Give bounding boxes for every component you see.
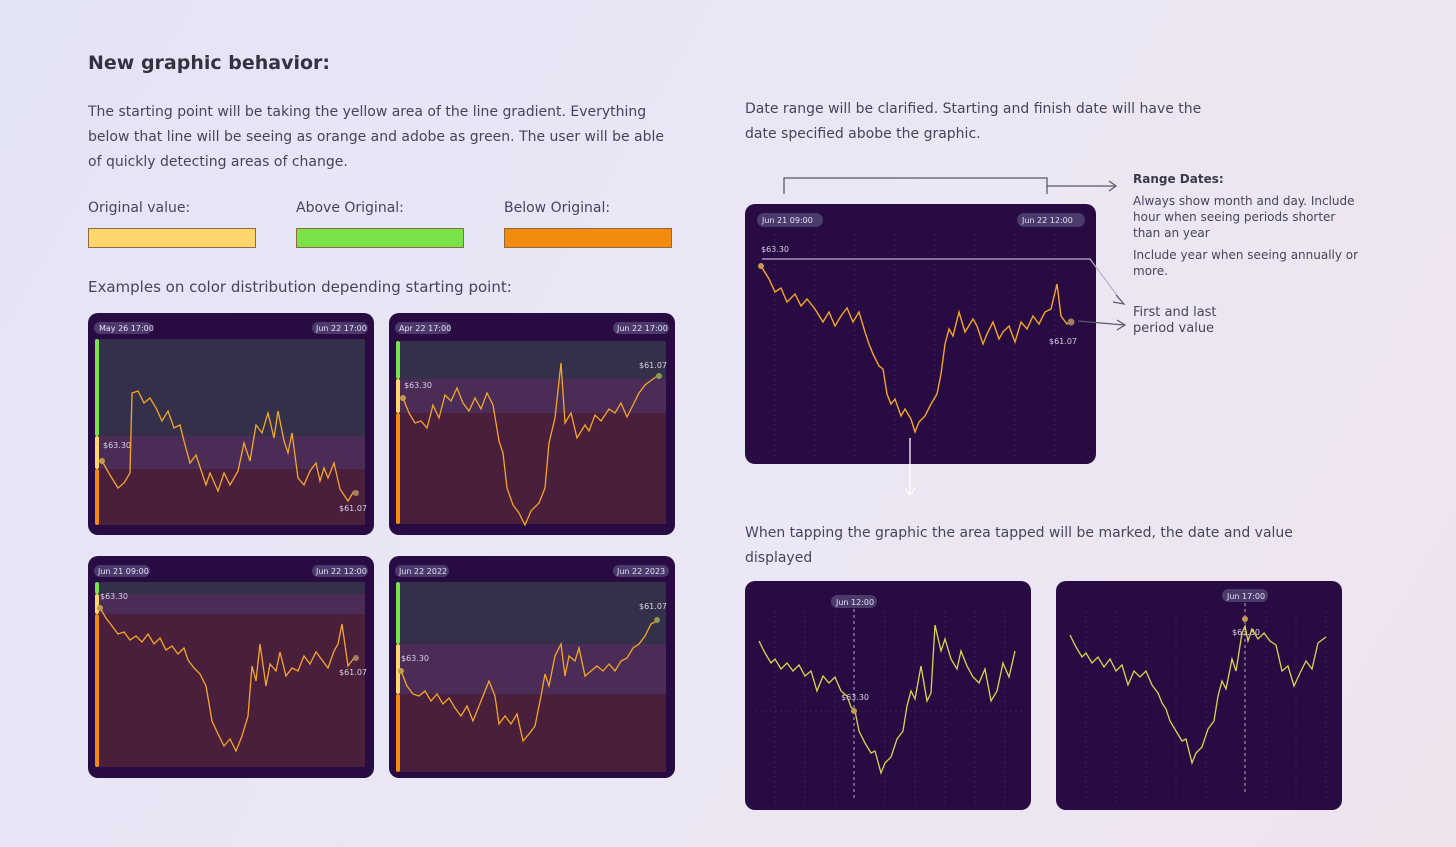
first-last-value-note: First and last period value [1133, 305, 1217, 336]
example-2-start-point [400, 395, 406, 401]
range-dates-line1: Always show month and day. Include hour … [1133, 194, 1355, 240]
range-dates-title: Range Dates: [1133, 172, 1224, 186]
example-3-start-point [97, 605, 103, 611]
example-3-end-date: Jun 22 12:00 [315, 567, 367, 576]
example-4-end-value: $61.07 [639, 602, 667, 611]
example-3-start-value: $63.30 [100, 592, 128, 601]
examples-title: Examples on color distribution depending… [88, 278, 512, 296]
main-chart-start-value: $63.30 [761, 245, 789, 254]
example-3-end-point [353, 655, 359, 661]
tap-example-chart-2[interactable]: Jun 17:00 $63.30 [1056, 581, 1342, 810]
tap-1-marker-point [851, 708, 857, 714]
example-1-start-date: May 26 17:00 [99, 324, 154, 333]
example-chart-1[interactable]: May 26 17:00 Jun 22 17:00 $63.30 $61.07 [88, 313, 374, 535]
tap-2-marker-point [1242, 616, 1248, 622]
example-chart-2[interactable]: Apr 22 17:00 Jun 22 17:00 $63.30 $61.07 [389, 313, 675, 535]
example-3-start-date: Jun 21 09:00 [97, 567, 149, 576]
tap-behavior-paragraph: When tapping the graphic the area tapped… [745, 525, 1293, 566]
tap-1-date-pill: Jun 12:00 [835, 598, 874, 607]
page-heading: New graphic behavior: [88, 52, 331, 74]
value-connector-lines [762, 258, 1127, 331]
original-value-swatch [88, 228, 256, 248]
main-chart-end-date: Jun 22 12:00 [1021, 216, 1073, 225]
example-1-end-point [353, 490, 359, 496]
tap-2-price-line [1069, 623, 1327, 766]
example-1-start-value: $63.30 [103, 441, 131, 450]
example-4-start-value: $63.30 [401, 654, 429, 663]
example-chart-4[interactable]: Jun 22 2022 Jun 22 2023 $63.30 $61.07 [389, 556, 675, 778]
legend-label-above: Above Original: [296, 200, 404, 216]
example-3-end-value: $61.07 [339, 668, 367, 677]
main-chart-start-date: Jun 21 09:00 [761, 216, 813, 225]
range-dates-line2: Include year when seeing annually or mor… [1133, 248, 1359, 278]
down-arrow-icon [904, 438, 916, 497]
example-1-end-value: $61.07 [339, 504, 367, 513]
legend-label-original: Original value: [88, 200, 191, 216]
tap-1-price-line [758, 624, 1016, 776]
example-2-start-date: Apr 22 17:00 [399, 324, 451, 333]
tap-2-date-pill: Jun 17:00 [1226, 592, 1265, 601]
below-original-swatch [504, 228, 672, 248]
example-2-end-point [656, 373, 662, 379]
example-1-end-date: Jun 22 17:00 [315, 324, 367, 333]
example-1-start-point [99, 458, 105, 464]
legend-label-below: Below Original: [504, 200, 611, 216]
example-4-start-point [398, 668, 404, 674]
example-chart-3[interactable]: Jun 21 09:00 Jun 22 12:00 $63.30 $61.07 [88, 556, 374, 778]
range-bracket-connector [783, 177, 1118, 194]
example-2-end-value: $61.07 [639, 361, 667, 370]
intro-paragraph: The starting point will be taking the ye… [88, 104, 665, 170]
example-2-start-value: $63.30 [404, 381, 432, 390]
example-2-end-date: Jun 22 17:00 [616, 324, 668, 333]
example-4-end-point [654, 617, 660, 623]
above-original-swatch [296, 228, 464, 248]
tap-example-chart-1[interactable]: Jun 12:00 $63.30 [745, 581, 1031, 810]
example-4-end-date: Jun 22 2023 [616, 567, 665, 576]
example-4-start-date: Jun 22 2022 [398, 567, 447, 576]
date-range-paragraph: Date range will be clarified. Starting a… [745, 101, 1202, 142]
